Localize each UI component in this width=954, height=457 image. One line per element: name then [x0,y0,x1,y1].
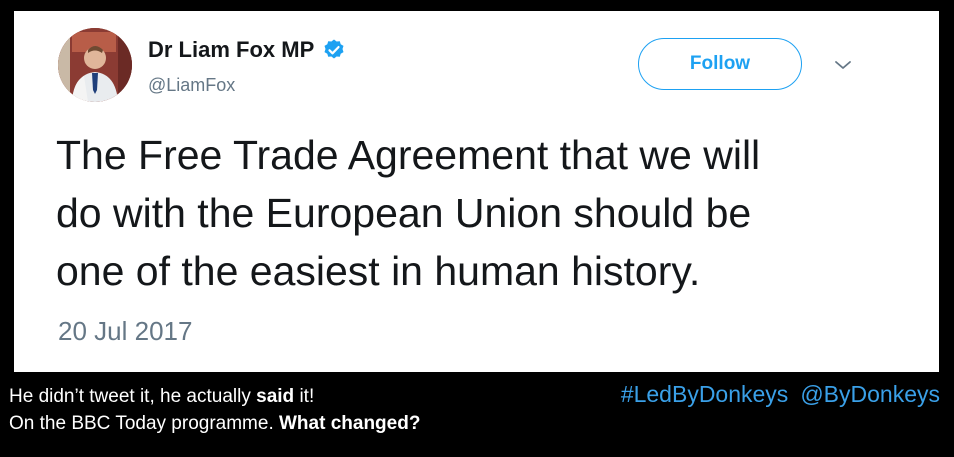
tweet-text-line: The Free Trade Agreement that we will [56,132,761,178]
tweet-date[interactable]: 20 Jul 2017 [58,316,192,347]
caption-text: He didn’t tweet it, he actually [9,386,257,407]
profile-photo [58,28,132,102]
chevron-down-icon[interactable] [834,59,852,71]
tweet-text-line: do with the European Union should be [56,190,752,236]
tweet-card: Dr Liam Fox MP @LiamFox Follow The Free … [14,11,939,372]
follow-button[interactable]: Follow [638,38,802,90]
caption: He didn’t tweet it, he actually said it!… [9,383,420,437]
tweet-text: The Free Trade Agreement that we will do… [56,126,916,300]
user-handle[interactable]: @LiamFox [148,75,235,96]
verified-badge-icon [322,38,346,62]
caption-line-1: He didn’t tweet it, he actually said it! [9,383,420,410]
avatar[interactable] [58,28,132,102]
caption-emphasis: said [256,386,295,407]
caption-emphasis: What changed? [279,413,421,434]
hashtag-bar: #LedByDonkeys @ByDonkeys [621,381,940,408]
mention-link[interactable]: @ByDonkeys [800,381,940,407]
caption-text: On the BBC Today programme. [9,413,279,434]
caption-text: it! [294,386,315,407]
display-name[interactable]: Dr Liam Fox MP [148,37,346,63]
caption-line-2: On the BBC Today programme. What changed… [9,410,420,437]
display-name-label: Dr Liam Fox MP [148,37,315,62]
hashtag-link[interactable]: #LedByDonkeys [621,381,789,407]
tweet-text-line: one of the easiest in human history. [56,248,701,294]
